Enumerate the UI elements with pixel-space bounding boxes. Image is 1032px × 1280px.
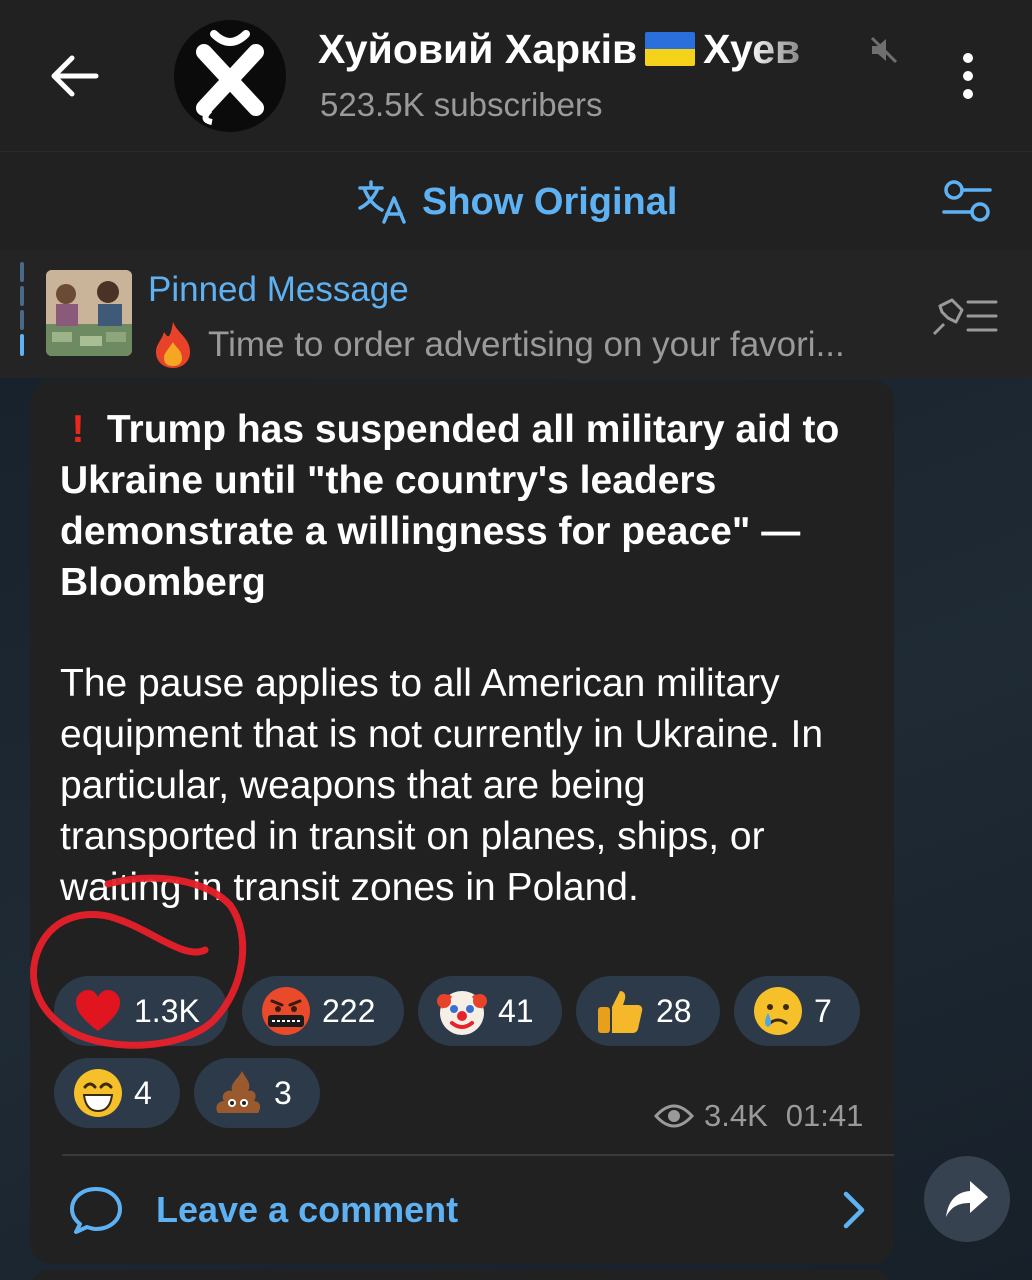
reaction-grinning-face[interactable]: 4	[54, 1058, 180, 1128]
pinned-message-bar[interactable]: Pinned Message Time to order advertising…	[0, 250, 1032, 378]
heart-emoji-icon	[76, 990, 120, 1031]
red-exclamation-icon: !	[71, 408, 85, 451]
pinned-message-title: Pinned Message	[148, 270, 409, 309]
channel-logo-icon	[196, 30, 264, 125]
comment-bubble-icon	[70, 1187, 122, 1234]
share-arrow-icon	[946, 1181, 988, 1217]
translate-bar: Show Original	[0, 152, 1032, 250]
message-headline-text: Trump has suspended all military aid to …	[60, 408, 840, 604]
channel-title-suffix: Хуев	[703, 26, 801, 72]
reaction-count: 41	[498, 992, 534, 1029]
reaction-heart[interactable]: 1.3K	[54, 976, 228, 1046]
comment-divider	[62, 1154, 894, 1156]
reaction-count: 7	[814, 992, 832, 1029]
reaction-pile-of-poo[interactable]: 3	[194, 1058, 320, 1128]
cursing-face-emoji-icon	[262, 987, 310, 1035]
reaction-count: 222	[322, 992, 376, 1029]
back-arrow-icon[interactable]	[46, 50, 102, 102]
leave-comment-button[interactable]: Leave a comment	[68, 1178, 868, 1242]
clown-face-emoji-icon	[437, 991, 487, 1035]
channel-title[interactable]: Хуйовий Харків Хуев	[318, 26, 868, 78]
message-bubble[interactable]: ! Trump has suspended all military aid t…	[30, 380, 894, 1264]
ukraine-flag-icon	[645, 32, 696, 66]
next-message-bubble-edge	[30, 1270, 894, 1280]
reaction-clown[interactable]: 41	[418, 976, 562, 1046]
translate-icon	[358, 180, 406, 224]
reaction-count: 1.3K	[134, 992, 200, 1029]
leave-comment-label: Leave a comment	[156, 1189, 459, 1230]
reaction-thumbs-up[interactable]: 28	[576, 976, 720, 1046]
grinning-face-emoji-icon	[74, 1069, 122, 1117]
chevron-right-icon	[843, 1191, 865, 1229]
pinned-message-thumbnail	[46, 270, 132, 356]
pinned-message-preview: Time to order advertising on your favori…	[148, 320, 910, 370]
chat-area[interactable]: ! Trump has suspended all military aid t…	[0, 378, 1032, 1280]
subscriber-count: 523.5K subscribers	[320, 86, 603, 123]
channel-avatar[interactable]	[174, 20, 286, 132]
thumbs-up-emoji-icon	[598, 991, 643, 1033]
crying-face-emoji-icon	[754, 987, 802, 1035]
message-body: The pause applies to all American milita…	[60, 662, 824, 909]
pinned-list-icon[interactable]	[928, 294, 998, 338]
views-eye-icon	[654, 1104, 694, 1128]
fire-icon	[156, 322, 190, 368]
more-options-icon[interactable]	[946, 48, 990, 104]
muted-speaker-icon	[870, 36, 898, 64]
pile-of-poo-emoji-icon	[216, 1071, 261, 1113]
reaction-count: 3	[274, 1074, 292, 1111]
translation-settings-icon[interactable]	[940, 176, 994, 226]
show-original-button[interactable]: Show Original	[356, 174, 677, 230]
reaction-count: 28	[656, 992, 692, 1029]
pinned-message-text: Time to order advertising on your favori…	[208, 325, 845, 364]
channel-title-text: Хуйовий Харків	[318, 26, 638, 72]
view-count: 3.4K	[704, 1098, 768, 1133]
message-headline: ! Trump has suspended all military aid t…	[60, 404, 850, 608]
share-button[interactable]	[924, 1156, 1010, 1242]
pinned-position-indicator	[20, 262, 24, 356]
reaction-count: 4	[134, 1074, 152, 1111]
message-meta: 3.4K 01:41	[654, 1098, 863, 1134]
show-original-label: Show Original	[422, 180, 678, 223]
message-time: 01:41	[785, 1098, 864, 1133]
reaction-crying-face[interactable]: 7	[734, 976, 860, 1046]
reaction-cursing-face[interactable]: 222	[242, 976, 404, 1046]
chat-header: Хуйовий Харків Хуев 523.5K subscribers	[0, 0, 1032, 152]
